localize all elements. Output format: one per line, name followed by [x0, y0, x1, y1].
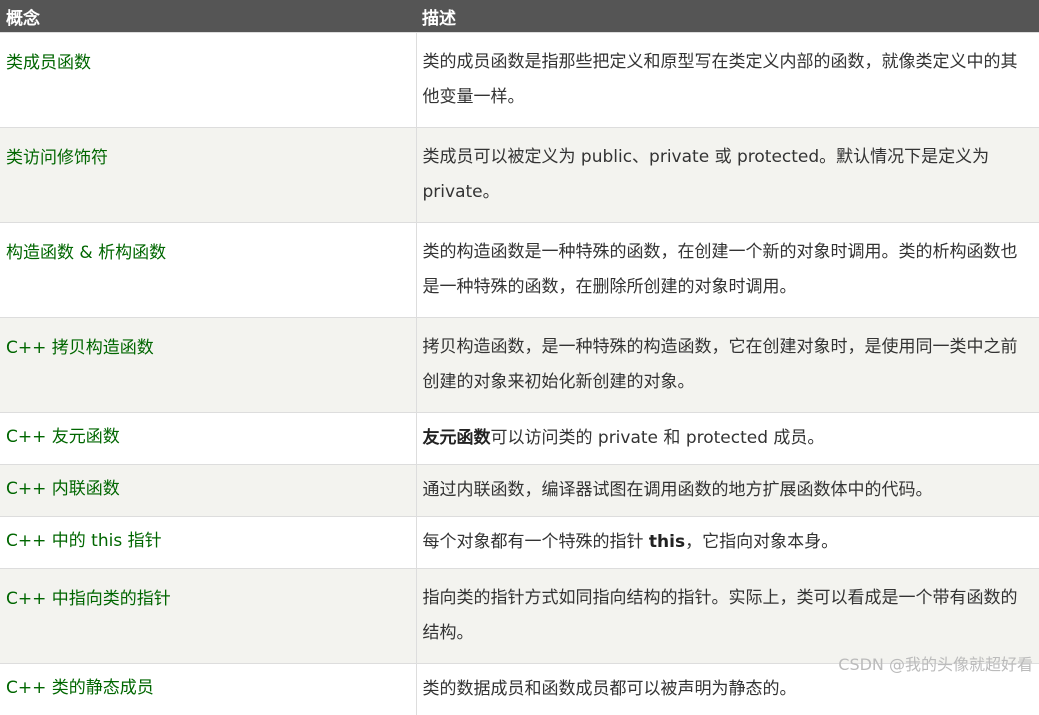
table-header-row: 概念 描述	[0, 0, 1039, 33]
table-row: C++ 中的 this 指针 每个对象都有一个特殊的指针 this，它指向对象本…	[0, 517, 1039, 569]
description-cell: 通过内联函数，编译器试图在调用函数的地方扩展函数体中的代码。	[416, 465, 1039, 517]
description-bold: 友元函数	[423, 428, 491, 448]
description-text: ，它指向对象本身。	[685, 532, 838, 552]
concept-link[interactable]: 类成员函数	[0, 33, 416, 128]
table-row: 类成员函数 类的成员函数是指那些把定义和原型写在类定义内部的函数，就像类定义中的…	[0, 33, 1039, 128]
table-row: C++ 内联函数 通过内联函数，编译器试图在调用函数的地方扩展函数体中的代码。	[0, 465, 1039, 517]
description-cell: 指向类的指针方式如同指向结构的指针。实际上，类可以看成是一个带有函数的结构。	[416, 569, 1039, 664]
table-row: 类访问修饰符 类成员可以被定义为 public、private 或 protec…	[0, 128, 1039, 223]
description-text: 每个对象都有一个特殊的指针	[423, 532, 649, 552]
concept-link[interactable]: 构造函数 & 析构函数	[0, 223, 416, 318]
header-concept: 概念	[0, 0, 416, 33]
concept-link[interactable]: C++ 内联函数	[0, 465, 416, 517]
description-cell: 友元函数可以访问类的 private 和 protected 成员。	[416, 413, 1039, 465]
table-row: C++ 拷贝构造函数 拷贝构造函数，是一种特殊的构造函数，它在创建对象时，是使用…	[0, 318, 1039, 413]
table-row: C++ 中指向类的指针 指向类的指针方式如同指向结构的指针。实际上，类可以看成是…	[0, 569, 1039, 664]
table-row: C++ 友元函数 友元函数可以访问类的 private 和 protected …	[0, 413, 1039, 465]
table-row: 构造函数 & 析构函数 类的构造函数是一种特殊的函数，在创建一个新的对象时调用。…	[0, 223, 1039, 318]
concept-link[interactable]: C++ 拷贝构造函数	[0, 318, 416, 413]
description-cell: 拷贝构造函数，是一种特殊的构造函数，它在创建对象时，是使用同一类中之前创建的对象…	[416, 318, 1039, 413]
concept-table: 概念 描述 类成员函数 类的成员函数是指那些把定义和原型写在类定义内部的函数，就…	[0, 0, 1039, 715]
concept-link[interactable]: C++ 类的静态成员	[0, 664, 416, 715]
concept-link[interactable]: C++ 友元函数	[0, 413, 416, 465]
header-description: 描述	[416, 0, 1039, 33]
description-cell: 类的成员函数是指那些把定义和原型写在类定义内部的函数，就像类定义中的其他变量一样…	[416, 33, 1039, 128]
concept-link[interactable]: 类访问修饰符	[0, 128, 416, 223]
description-text: 可以访问类的 private 和 protected 成员。	[491, 428, 825, 448]
concept-link[interactable]: C++ 中指向类的指针	[0, 569, 416, 664]
description-cell: 类的构造函数是一种特殊的函数，在创建一个新的对象时调用。类的析构函数也是一种特殊…	[416, 223, 1039, 318]
description-cell: 每个对象都有一个特殊的指针 this，它指向对象本身。	[416, 517, 1039, 569]
description-cell: 类成员可以被定义为 public、private 或 protected。默认情…	[416, 128, 1039, 223]
description-bold: this	[649, 532, 685, 552]
watermark: CSDN @我的头像就超好看	[838, 651, 1033, 675]
concept-link[interactable]: C++ 中的 this 指针	[0, 517, 416, 569]
